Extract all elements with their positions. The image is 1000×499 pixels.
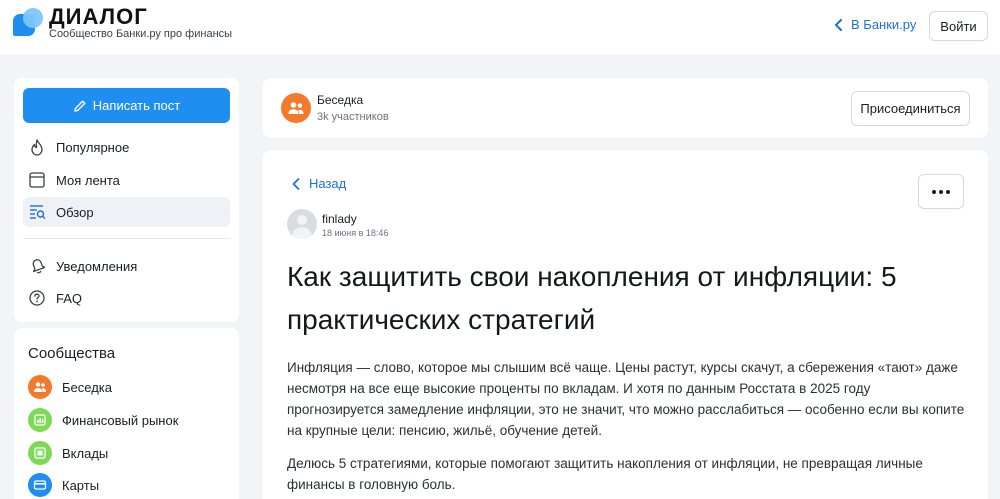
community-item[interactable]: Вклады: [28, 440, 228, 466]
post-paragraph: Делюсь 5 стратегиями, которые помогают з…: [287, 456, 923, 492]
chevron-left-icon: [835, 18, 842, 31]
community-members: 3k участников: [317, 111, 389, 123]
top-header: ДИАЛОГ Сообщество Банки.ру про финансы В…: [0, 0, 1000, 54]
question-icon: [28, 289, 46, 307]
fire-icon: [28, 138, 46, 156]
to-banki-label: В Банки.ру: [851, 17, 917, 32]
sidebar-item-label: Обзор: [56, 204, 94, 220]
back-link[interactable]: Назад: [292, 176, 346, 191]
bell-icon: [28, 257, 46, 275]
community-item[interactable]: Беседка: [28, 374, 228, 400]
chart-icon: [28, 408, 52, 432]
chevron-left-icon: [292, 177, 300, 190]
sidebar-item-label: Моя лента: [56, 172, 120, 188]
avatar-head-shape: [297, 215, 307, 225]
write-post-button[interactable]: Написать пост: [23, 88, 230, 123]
author-avatar[interactable]: [287, 209, 317, 239]
community-label: Беседка: [62, 379, 112, 395]
dialog-logo[interactable]: [13, 8, 43, 38]
community-item[interactable]: Карты: [28, 472, 228, 498]
people-icon: [288, 102, 304, 114]
join-button[interactable]: Присоединиться: [851, 91, 970, 126]
people-icon: [28, 375, 52, 399]
login-button[interactable]: Войти: [929, 11, 988, 41]
more-options-button[interactable]: [918, 174, 964, 209]
card-icon: [28, 473, 52, 497]
community-label: Финансовый рынок: [62, 412, 179, 428]
back-label: Назад: [309, 176, 347, 191]
post-card: Назад finlady 18 июня в 18:46 Как защити…: [263, 150, 988, 499]
sidebar-nav-card: Написать пост Популярное Моя лента Обзор…: [14, 78, 239, 322]
sidebar-item-notifications[interactable]: Уведомления: [23, 251, 230, 281]
author-name[interactable]: finlady: [322, 212, 357, 226]
pencil-icon: [74, 100, 86, 112]
sidebar-item-label: FAQ: [56, 290, 83, 306]
communities-card: Сообщества Беседка Финансовый рынок Вкла…: [14, 328, 239, 499]
sidebar-item-faq[interactable]: FAQ: [23, 283, 230, 313]
post-date: 18 июня в 18:46: [322, 228, 389, 238]
write-post-label: Написать пост: [92, 98, 181, 113]
dot-icon: [932, 189, 936, 194]
explore-icon: [28, 203, 46, 221]
communities-title: Сообщества: [28, 345, 116, 362]
community-avatar[interactable]: [281, 93, 311, 123]
sidebar-item-label: Уведомления: [56, 258, 138, 274]
brand-tagline: Сообщество Банки.ру про финансы: [49, 28, 233, 40]
community-label: Карты: [62, 477, 100, 493]
community-name[interactable]: Беседка: [317, 93, 363, 107]
community-item[interactable]: Финансовый рынок: [28, 407, 228, 433]
sidebar-item-label: Популярное: [56, 139, 130, 155]
feed-icon: [28, 171, 46, 189]
community-label: Вклады: [62, 445, 109, 461]
logo-shape-light: [23, 8, 43, 28]
dot-icon: [946, 189, 950, 194]
post-title: Как защитить свои накопления от инфляции…: [287, 261, 897, 335]
sidebar-item-explore[interactable]: Обзор: [23, 197, 230, 227]
safe-icon: [28, 441, 52, 465]
to-banki-link[interactable]: В Банки.ру: [834, 17, 916, 32]
sidebar-item-popular[interactable]: Популярное: [23, 132, 230, 162]
sidebar-divider: [23, 238, 230, 239]
sidebar-item-feed[interactable]: Моя лента: [23, 165, 230, 195]
dot-icon: [939, 189, 943, 194]
brand-name[interactable]: ДИАЛОГ: [49, 4, 148, 30]
post-paragraph: Инфляция — слово, которое мы слышим всё …: [287, 360, 965, 438]
community-banner: Беседка 3k участников Присоединиться: [263, 78, 988, 138]
avatar-body-shape: [292, 227, 312, 239]
